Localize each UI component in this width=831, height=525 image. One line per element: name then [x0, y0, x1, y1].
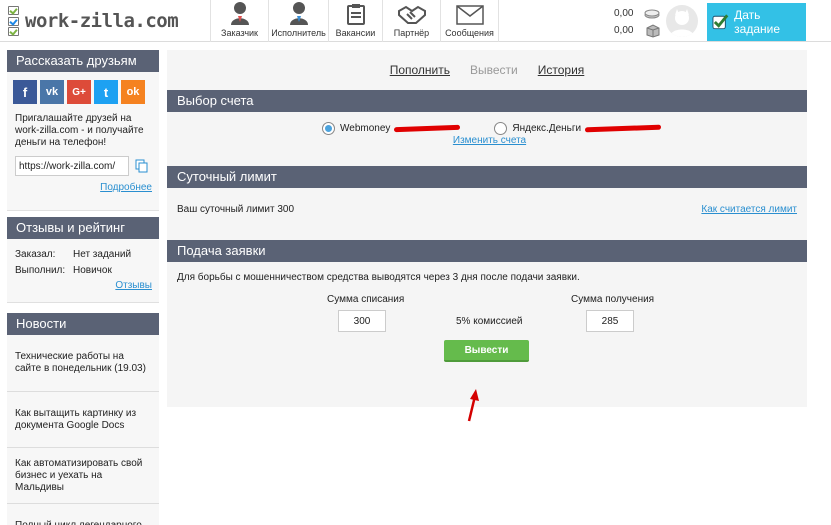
nav-label: Исполнитель — [271, 28, 326, 38]
tab-deposit[interactable]: Пополнить — [390, 63, 450, 77]
reviews-link[interactable]: Отзывы — [7, 279, 159, 295]
webmoney-label[interactable]: Webmoney — [340, 123, 390, 134]
nav-label: Заказчик — [221, 28, 258, 38]
receive-label: Сумма получения — [571, 294, 655, 305]
balance-money-value: 0,00 — [614, 8, 634, 19]
news-title: Новости — [7, 313, 159, 335]
amounts-form: Сумма списания 5% комиссией Сумма получе… — [167, 293, 807, 373]
news-item[interactable]: Полный цикл легендарного контента (инфог… — [7, 504, 159, 525]
vk-icon[interactable]: vk — [40, 80, 64, 104]
box-icon — [646, 23, 660, 38]
yandex-radio[interactable] — [494, 121, 508, 135]
odnoklassniki-icon[interactable]: ok — [121, 80, 145, 104]
withdraw-panel: Пополнить Вывести История Выбор счета We… — [167, 50, 807, 407]
tab-history[interactable]: История — [538, 63, 585, 77]
redacted-webmoney-account — [394, 124, 461, 132]
customer-person-icon — [230, 1, 250, 25]
top-header: work-zilla.com Заказчик Исполнитель Вака… — [0, 0, 831, 42]
invite-text: Пригалашайте друзей на work-zilla.com - … — [15, 113, 144, 148]
ordered-label: Заказал: — [15, 249, 56, 260]
done-label: Выполнил: — [15, 265, 66, 276]
logo-checkboxes-icon — [8, 6, 20, 36]
share-title: Рассказать друзьям — [7, 50, 159, 72]
clipboard-icon — [346, 1, 365, 25]
debit-label: Сумма списания — [327, 294, 405, 305]
news-item[interactable]: Как автоматизировать свой бизнес и уехат… — [7, 448, 159, 504]
red-arrow-annotation — [467, 389, 479, 422]
nav-label: Партнёр — [393, 28, 430, 38]
avatar[interactable] — [666, 5, 698, 37]
reviews-title: Отзывы и рейтинг — [7, 217, 159, 239]
account-section-title: Выбор счета — [167, 90, 807, 112]
tab-withdraw[interactable]: Вывести — [470, 63, 518, 77]
fraud-notice: Для борьбы с мошенничеством средства выв… — [177, 272, 580, 283]
give-task-button[interactable]: Дать задание — [707, 3, 806, 41]
receive-amount-input[interactable] — [586, 310, 634, 332]
limit-row: Ваш суточный лимит 300 Как считается лим… — [167, 188, 807, 230]
nav-partner[interactable]: Партнёр — [383, 0, 441, 42]
social-buttons: f vk G+ t ok — [7, 72, 159, 104]
balance-points-value: 0,00 — [614, 25, 634, 36]
main-nav: Заказчик Исполнитель Вакансии Партнёр Со… — [210, 0, 499, 42]
twitter-icon[interactable]: t — [94, 80, 118, 104]
tabs: Пополнить Вывести История — [167, 50, 807, 90]
referral-url-input[interactable] — [15, 156, 129, 176]
limit-section-title: Суточный лимит — [167, 166, 807, 188]
done-value: Новичок — [73, 265, 112, 276]
webmoney-radio[interactable] — [322, 121, 335, 135]
money-icon — [644, 9, 660, 18]
withdraw-button[interactable]: Вывести — [444, 340, 529, 362]
facebook-icon[interactable]: f — [13, 80, 37, 104]
debit-amount-input[interactable] — [338, 310, 386, 332]
site-logo[interactable]: work-zilla.com — [8, 6, 179, 36]
envelope-icon — [455, 1, 484, 25]
balance-widget[interactable]: 0,00 0,00 — [614, 5, 660, 39]
nav-vacancies[interactable]: Вакансии — [329, 0, 383, 42]
request-section-title: Подача заявки — [167, 240, 807, 262]
ordered-value: Нет заданий — [73, 249, 132, 260]
give-task-label: Дать задание — [734, 8, 780, 36]
news-item[interactable]: Как вытащить картинку из документа Googl… — [7, 392, 159, 448]
news-item[interactable]: Технические работы на сайте в понедельни… — [7, 335, 159, 392]
share-block: f vk G+ t ok Пригалашайте друзей на work… — [7, 72, 159, 211]
limit-info-link[interactable]: Как считается лимит — [701, 204, 797, 215]
handshake-icon — [397, 1, 426, 25]
yandex-label[interactable]: Яндекс.Деньги — [512, 123, 581, 134]
more-link[interactable]: Подробнее — [7, 176, 159, 197]
copy-icon[interactable] — [135, 159, 148, 173]
sidebar: Рассказать друзьям f vk G+ t ok Пригалаш… — [7, 50, 159, 525]
redacted-yandex-account — [585, 124, 662, 132]
nav-messages[interactable]: Сообщения — [441, 0, 499, 42]
commission-text: 5% комиссией — [456, 316, 523, 327]
nav-freelancer[interactable]: Исполнитель — [269, 0, 329, 42]
reviews-block: Заказал: Нет заданий Выполнил: Новичок Отз… — [7, 239, 159, 303]
nav-label: Вакансии — [335, 28, 376, 38]
checkbox-icon — [712, 14, 729, 30]
nav-customer[interactable]: Заказчик — [211, 0, 269, 42]
change-accounts-link[interactable]: Изменить счета — [453, 135, 526, 146]
google-plus-icon[interactable]: G+ — [67, 80, 91, 104]
logo-text: work-zilla.com — [25, 10, 179, 32]
limit-text: Ваш суточный лимит 300 — [177, 203, 295, 215]
freelancer-person-icon — [289, 1, 309, 25]
nav-label: Сообщения — [445, 28, 494, 38]
